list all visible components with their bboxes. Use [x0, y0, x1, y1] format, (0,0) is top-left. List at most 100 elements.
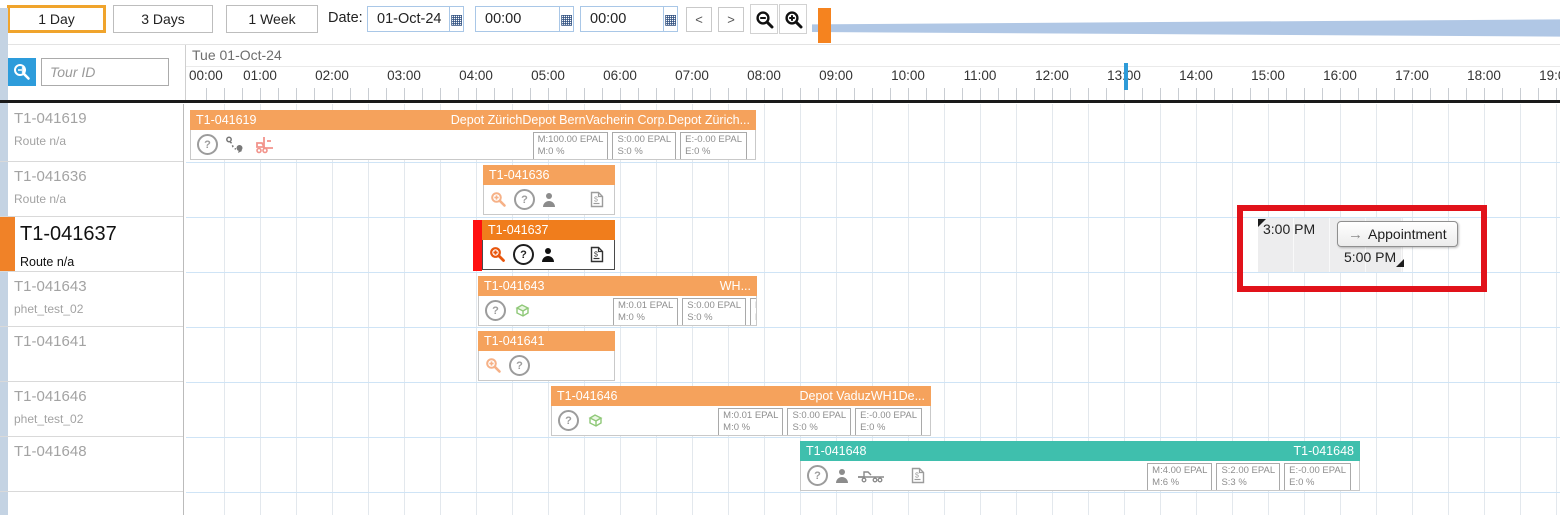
view-button-1-day[interactable]: 1 Day: [7, 5, 106, 33]
tour-id: T1-041637: [20, 223, 117, 245]
truck-trailer-icon[interactable]: [856, 468, 886, 484]
view-button-1-week[interactable]: 1 Week: [226, 5, 318, 33]
gantt-bar-tour[interactable]: T1-041646 Depot VaduzWH1De... ? M:0.01 E…: [551, 386, 931, 436]
tour-route: Route n/a: [14, 192, 67, 206]
grid-icon: ▦: [664, 10, 678, 27]
bar-header: T1-041636: [483, 165, 615, 185]
help-icon[interactable]: ?: [558, 410, 579, 431]
help-icon[interactable]: ?: [485, 300, 506, 321]
bar-header: T1-041648 T1-041648: [800, 441, 1360, 461]
next-day-button[interactable]: >: [718, 7, 744, 32]
tour-row[interactable]: T1-041641: [0, 327, 183, 382]
alert-strip: [473, 220, 482, 271]
tour-id: T1-041648: [14, 443, 87, 460]
metric-box-s: S:2.00 EPAL S:3 %: [1216, 463, 1281, 490]
help-icon[interactable]: ?: [514, 189, 535, 210]
metric-box-s: S:0.00 EPAL S:0 %: [612, 132, 677, 159]
tour-row[interactable]: T1-041646 phet_test_02: [0, 382, 183, 437]
timeline-zoom-slider-handle[interactable]: [818, 8, 831, 43]
person-icon[interactable]: [541, 247, 555, 263]
forklift-icon[interactable]: [254, 135, 280, 155]
pallet-icon[interactable]: [586, 412, 605, 429]
appointment-button[interactable]: → Appointment: [1337, 221, 1458, 247]
date-input[interactable]: [368, 7, 449, 31]
bar-tour-id: T1-041637: [488, 223, 549, 237]
bar-body: ? $: [483, 185, 615, 215]
invoice-icon[interactable]: $: [590, 246, 604, 263]
bar-header: T1-041643 WH...: [478, 276, 757, 296]
gantt-bar-tour[interactable]: T1-041643 WH... ? M:0.01 EPAL M:0 % S:0.0…: [478, 276, 757, 326]
tour-id-search-input[interactable]: [41, 58, 169, 86]
bar-metrics: M:100.00 EPAL M:0 % S:0.00 EPAL S:0 % E:-0…: [532, 132, 747, 159]
gantt-bar-tour[interactable]: T1-041636 ? $: [483, 165, 615, 215]
bar-stops-text: T1-041648: [1293, 444, 1354, 458]
bar-tour-id: T1-041636: [489, 168, 550, 182]
help-icon[interactable]: ?: [807, 465, 828, 486]
invoice-icon[interactable]: $: [590, 191, 604, 208]
route-waypoints-icon[interactable]: [225, 136, 247, 154]
zoom-in-button[interactable]: [779, 4, 807, 34]
tour-row-selected[interactable]: T1-041637 Route n/a: [0, 217, 183, 272]
bar-body: ? M:100.00 EPAL M:0 % S:0.00 EPAL S:0 % E:…: [190, 130, 756, 160]
gantt-bar-tour[interactable]: T1-041619 Depot ZürichDepot BernVacherin…: [190, 110, 756, 160]
tour-row[interactable]: T1-041643 phet_test_02: [0, 272, 183, 327]
tour-route: phet_test_02: [14, 412, 84, 426]
hour-label: 15:00: [1251, 68, 1285, 83]
date-label: Date:: [328, 10, 363, 26]
gantt-bar-tour[interactable]: T1-041648 T1-041648 ? $ M:4.00 EPAL M:6 %…: [800, 441, 1360, 491]
time-end-input[interactable]: [581, 7, 663, 31]
view-button-3-days[interactable]: 3 Days: [113, 5, 213, 33]
bar-tour-id: T1-041643: [484, 279, 545, 293]
person-icon[interactable]: [835, 468, 849, 484]
bar-tour-id: T1-041646: [557, 389, 618, 403]
invoice-icon[interactable]: $: [911, 467, 925, 484]
prev-day-button[interactable]: <: [686, 7, 712, 32]
metric-box-s: S:0.00 EPAL S:0 %: [787, 408, 852, 435]
metric-box-e: E:-0.00 EPALE:0 %: [680, 132, 747, 159]
tour-id: T1-041636: [14, 168, 87, 185]
hour-label: 05:00: [531, 68, 565, 83]
hour-label: 11:00: [963, 68, 997, 83]
hour-label: 02:00: [315, 68, 349, 83]
hour-label: 10:00: [891, 68, 925, 83]
metric-box-m: M:0.01 EPAL M:0 %: [613, 298, 679, 325]
search-go-button[interactable]: [8, 58, 36, 86]
tour-id: T1-041619: [14, 110, 87, 127]
time-end-picker-button[interactable]: ▦: [663, 7, 678, 31]
timeline-zoom-slider-track[interactable]: [812, 19, 1560, 37]
hour-label: 12:00: [1035, 68, 1069, 83]
tour-route: phet_test_02: [14, 302, 84, 316]
magnifier-plus-icon[interactable]: [490, 191, 507, 208]
magnifier-plus-icon[interactable]: [485, 357, 502, 374]
magnifier-plus-icon[interactable]: [489, 246, 506, 263]
bar-header: T1-041637: [482, 220, 615, 240]
hour-label: 07:00: [675, 68, 709, 83]
tour-row[interactable]: T1-041619 Route n/a: [0, 104, 183, 162]
pallet-icon[interactable]: [513, 302, 532, 319]
help-icon[interactable]: ?: [513, 244, 534, 265]
person-icon[interactable]: [542, 192, 556, 208]
appointment-resize-handle-end[interactable]: [1396, 259, 1404, 267]
hour-label: 14:00: [1179, 68, 1213, 83]
toolbar-separator: [0, 44, 1560, 45]
date-picker-button[interactable]: ▦: [449, 7, 464, 31]
bar-tour-id: T1-041648: [806, 444, 867, 458]
search-icon: [12, 62, 32, 82]
gantt-bar-tour[interactable]: T1-041641 ?: [478, 331, 615, 381]
gantt-bar-tour-selected[interactable]: T1-041637 ? $: [482, 220, 615, 270]
tour-row[interactable]: T1-041648: [0, 437, 183, 492]
time-start-input[interactable]: [476, 7, 559, 31]
hour-label: 04:00: [459, 68, 493, 83]
bar-body: ? M:0.01 EPALM:0 % S:0.00 EPALS:0 % E:-0…: [478, 296, 757, 326]
help-icon[interactable]: ?: [197, 134, 218, 155]
hour-label: 03:00: [387, 68, 421, 83]
zoom-out-button[interactable]: [750, 4, 778, 34]
tour-route: Route n/a: [14, 134, 67, 148]
bar-body: ? $ M:4.00 EPAL M:6 % S:2.00 EPAL S:3 % E:…: [800, 461, 1360, 491]
tour-row[interactable]: T1-041636 Route n/a: [0, 162, 183, 217]
bar-stops-text: Depot ZürichDepot BernVacherin Corp.Depo…: [450, 113, 750, 127]
time-start-picker-button[interactable]: ▦: [559, 7, 574, 31]
help-icon[interactable]: ?: [509, 355, 530, 376]
metric-box-m: M:0.01 EPAL M:0 %: [718, 408, 784, 435]
tour-id: T1-041643: [14, 278, 87, 295]
